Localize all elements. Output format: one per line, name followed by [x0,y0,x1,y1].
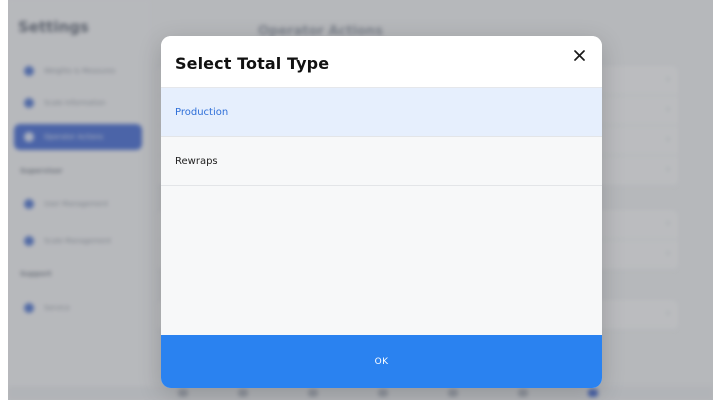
option-label: Rewraps [175,155,218,167]
screen: Settings Weights & Measures Scale Inform… [8,0,713,400]
option-label: Production [175,106,229,118]
dialog-header: Select Total Type [161,36,602,88]
option-list: Production Rewraps [161,88,602,335]
close-button[interactable] [570,47,588,65]
close-icon [573,50,585,61]
select-total-type-dialog: Select Total Type Production Rewraps OK [161,36,602,388]
ok-button[interactable]: OK [161,335,602,388]
ok-button-label: OK [374,356,389,367]
option-production[interactable]: Production [161,88,602,137]
dialog-title: Select Total Type [175,54,330,73]
option-rewraps[interactable]: Rewraps [161,137,602,186]
